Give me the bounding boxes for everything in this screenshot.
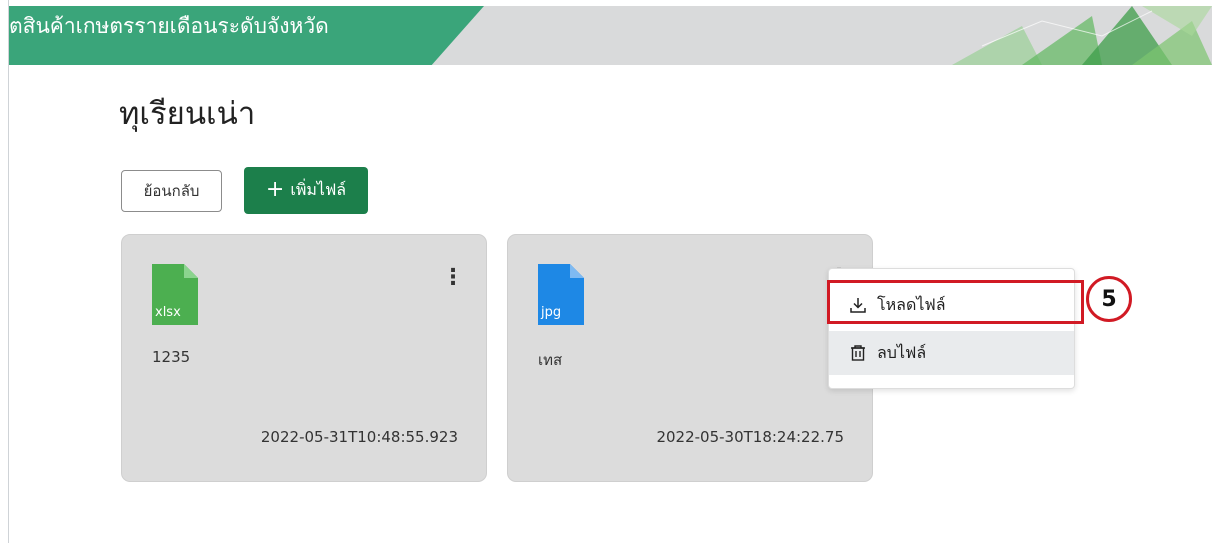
menu-item-delete[interactable]: ลบไฟล์ (829, 331, 1074, 375)
header-decoration (952, 6, 1212, 65)
page-title: ทุเรียนเน่า (119, 96, 256, 132)
file-date: 2022-05-31T10:48:55.923 (260, 428, 458, 446)
add-file-button[interactable]: + เพิ่มไฟล์ (244, 167, 368, 214)
add-file-button-label: เพิ่มไฟล์ (290, 180, 347, 199)
back-button-label: ย้อนกลับ (143, 182, 200, 200)
file-date: 2022-05-30T18:24:22.75 (656, 428, 844, 446)
image-file-icon: jpg (538, 264, 584, 325)
left-border (8, 0, 9, 543)
file-extension-label: jpg (541, 305, 562, 320)
back-button[interactable]: ย้อนกลับ (121, 170, 222, 212)
more-options-icon[interactable]: ⋮ (442, 265, 464, 291)
header-title: ิตสินค้าเกษตรรายเดือนระดับจังหวัด (9, 14, 329, 38)
file-card[interactable]: jpg ⋮ เทส 2022-05-30T18:24:22.75 (507, 234, 873, 482)
menu-item-delete-label: ลบไฟล์ (877, 342, 927, 362)
annotation-step-badge: 5 (1086, 276, 1132, 322)
file-card[interactable]: xlsx ⋮ 1235 2022-05-31T10:48:55.923 (121, 234, 487, 482)
trash-icon (849, 344, 867, 362)
file-name: 1235 (152, 348, 191, 366)
header-banner: ิตสินค้าเกษตรรายเดือนระดับจังหวัด (9, 6, 1212, 65)
file-name: เทส (538, 351, 563, 369)
annotation-highlight-box (827, 280, 1084, 324)
plus-icon: + (265, 176, 285, 202)
page: ิตสินค้าเกษตรรายเดือนระดับจังหวัด ทุเรีย… (0, 0, 1212, 543)
file-extension-label: xlsx (155, 305, 181, 320)
spreadsheet-file-icon: xlsx (152, 264, 198, 325)
